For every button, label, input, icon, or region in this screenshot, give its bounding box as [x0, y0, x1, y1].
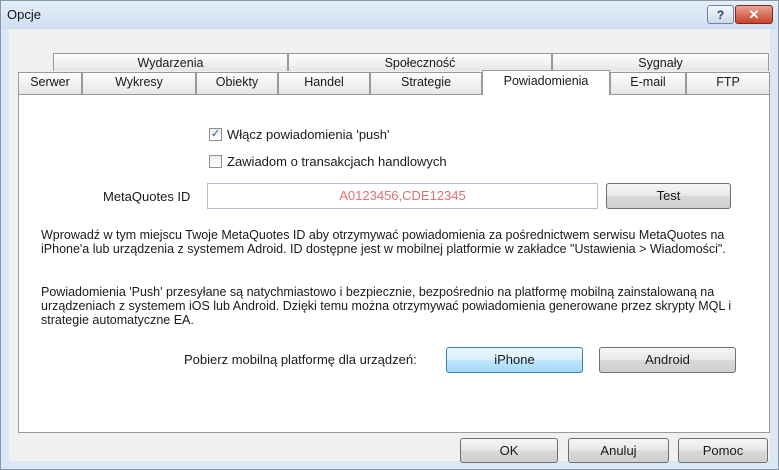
enable-push-checkbox[interactable]: ✓ [209, 128, 222, 141]
download-label: Pobierz mobilną platformę dla urządzeń: [184, 352, 417, 367]
notify-trades-checkbox[interactable] [209, 155, 222, 168]
tab-row-upper: Wydarzenia Społeczność Sygnały [53, 53, 769, 71]
android-button[interactable]: Android [599, 347, 736, 373]
dialog-body: Wydarzenia Społeczność Sygnały Serwer Wy… [9, 29, 770, 463]
tab-handel[interactable]: Handel [278, 72, 370, 94]
tab-spolecznosc[interactable]: Społeczność [288, 53, 552, 71]
test-button[interactable]: Test [606, 183, 731, 209]
tab-ftp[interactable]: FTP [686, 72, 770, 94]
push-description: Powiadomienia 'Push' przesyłane są natyc… [41, 285, 732, 327]
tab-wykresy[interactable]: Wykresy [82, 72, 196, 94]
tab-powiadomienia[interactable]: Powiadomienia [482, 70, 610, 95]
options-dialog: Opcje ? ✕ Wydarzenia Społeczność Sygnały… [0, 0, 779, 470]
tab-wydarzenia[interactable]: Wydarzenia [53, 53, 288, 71]
tab-sygnaly[interactable]: Sygnały [552, 53, 769, 71]
tab-serwer[interactable]: Serwer [18, 72, 82, 94]
question-icon: ? [716, 7, 725, 22]
help-title-button[interactable]: ? [707, 5, 734, 24]
checkmark-icon: ✓ [210, 128, 221, 140]
metaquotes-id-input[interactable]: A0123456,CDE12345 [207, 183, 598, 209]
notify-trades-label: Zawiadom o transakcjach handlowych [227, 154, 447, 169]
tab-email[interactable]: E-mail [610, 72, 686, 94]
tab-obiekty[interactable]: Obiekty [196, 72, 278, 94]
window-title: Opcje [7, 7, 41, 22]
tab-strategie[interactable]: Strategie [370, 72, 482, 94]
enable-push-row[interactable]: ✓ Włącz powiadomienia 'push' [209, 127, 390, 142]
enable-push-label: Włącz powiadomienia 'push' [227, 127, 390, 142]
help-button[interactable]: Pomoc [678, 438, 768, 463]
iphone-button[interactable]: iPhone [446, 347, 583, 373]
metaquotes-id-label: MetaQuotes ID [103, 189, 191, 204]
metaquotes-description: Wprowadź w tym miejscu Twoje MetaQuotes … [41, 228, 726, 256]
tab-row-lower: Serwer Wykresy Obiekty Handel Strategie … [18, 70, 770, 95]
ok-button[interactable]: OK [460, 438, 558, 463]
cancel-button[interactable]: Anuluj [568, 438, 669, 463]
title-bar[interactable]: Opcje ? ✕ [1, 1, 778, 29]
close-icon: ✕ [748, 6, 760, 22]
notify-trades-row[interactable]: Zawiadom o transakcjach handlowych [209, 154, 447, 169]
close-button[interactable]: ✕ [735, 5, 773, 24]
notifications-panel: ✓ Włącz powiadomienia 'push' Zawiadom o … [18, 94, 770, 433]
